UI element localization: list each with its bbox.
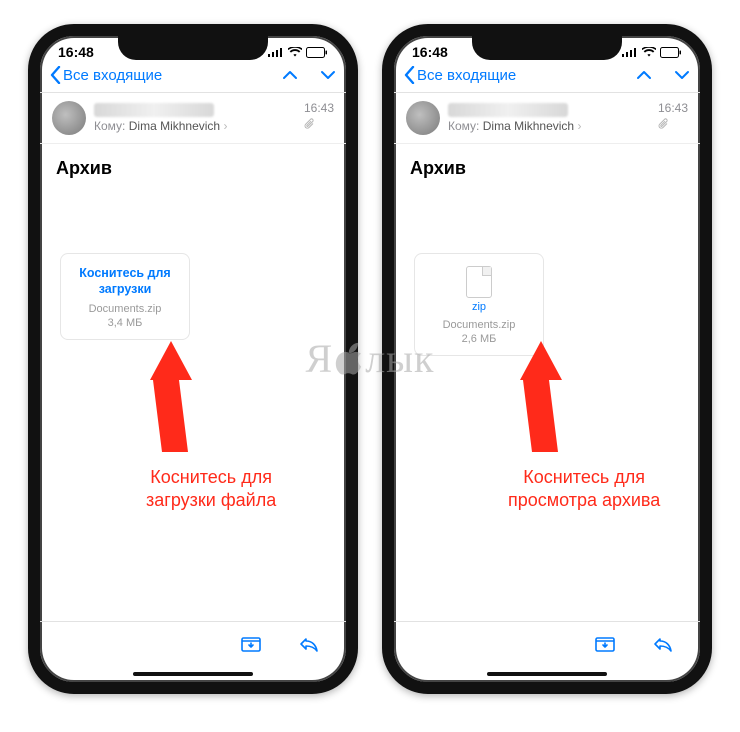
file-icon: zip [421,266,537,313]
chevron-left-icon [404,66,415,84]
tap-to-download: Коснитесь для загрузки [67,266,183,297]
sender-name-redacted [448,103,568,117]
avatar [406,101,440,135]
archive-button[interactable] [240,634,262,654]
annotation-arrow [136,336,206,456]
message-header[interactable]: Кому: Dima Mikhnevich › 16:43 [394,93,700,144]
next-message-button[interactable] [674,67,690,83]
recipient-line: Кому: Dima Mikhnevich › [94,119,227,133]
email-subject: Архив [394,144,700,183]
signal-icon [268,47,284,57]
prev-message-button[interactable] [636,67,652,83]
attachment-size: 3,4 МБ [67,317,183,329]
back-label: Все входящие [63,67,162,84]
message-header[interactable]: Кому: Dima Mikhnevich › 16:43 [40,93,346,144]
reply-button[interactable] [298,634,320,654]
attachment-size: 2,6 МБ [421,333,537,345]
notch [472,34,622,60]
recipient-line: Кому: Dima Mikhnevich › [448,119,581,133]
status-icons [268,44,328,60]
prev-message-button[interactable] [282,67,298,83]
attachment-filename: Documents.zip [67,303,183,315]
annotation-caption: Коснитесь для просмотра архива [508,466,660,513]
attachment-tile[interactable]: Коснитесь для загрузки Documents.zip 3,4… [60,253,190,340]
attachment-icon [304,118,334,130]
wifi-icon [288,47,302,57]
home-indicator[interactable] [133,672,253,676]
next-message-button[interactable] [320,67,336,83]
chevron-left-icon [50,66,61,84]
reply-button[interactable] [652,634,674,654]
email-subject: Архив [40,144,346,183]
annotation-caption: Коснитесь для загрузки файла [146,466,276,513]
nav-bar: Все входящие [40,62,346,93]
message-time: 16:43 [304,101,334,115]
attachment-tile[interactable]: zip Documents.zip 2,6 МБ [414,253,544,356]
back-label: Все входящие [417,67,516,84]
notch [118,34,268,60]
signal-icon [622,47,638,57]
status-time: 16:48 [412,44,448,60]
attachment-filename: Documents.zip [421,319,537,331]
battery-icon [306,47,328,58]
wifi-icon [642,47,656,57]
attachment-icon [658,118,688,130]
back-button[interactable]: Все входящие [404,66,516,84]
avatar [52,101,86,135]
status-time: 16:48 [58,44,94,60]
phone-left: 16:48 Все входящие Кому: [28,24,358,694]
back-button[interactable]: Все входящие [50,66,162,84]
nav-bar: Все входящие [394,62,700,93]
archive-button[interactable] [594,634,616,654]
battery-icon [660,47,682,58]
status-icons [622,44,682,60]
sender-name-redacted [94,103,214,117]
home-indicator[interactable] [487,672,607,676]
phone-right: 16:48 Все входящие Кому: [382,24,712,694]
message-time: 16:43 [658,101,688,115]
